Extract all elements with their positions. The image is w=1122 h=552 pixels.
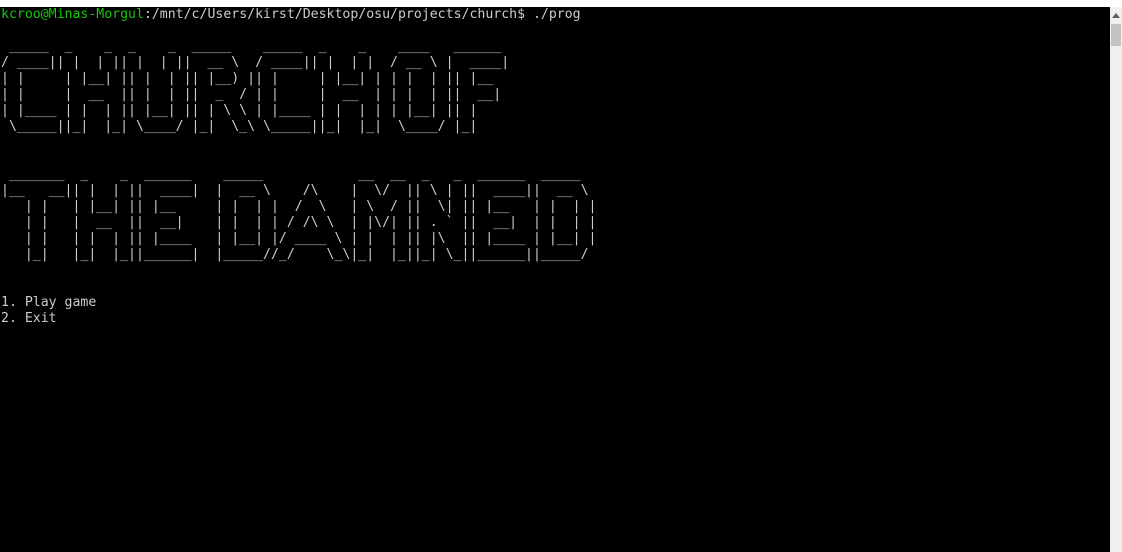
window-top-edge — [0, 0, 1122, 7]
menu-option-exit: 2. Exit — [1, 311, 57, 326]
scrollbar-thumb[interactable] — [1111, 24, 1121, 46]
shell-prompt: kcroo@Minas-Morgul:/mnt/c/Users/kirst/De… — [1, 7, 581, 23]
scroll-up-arrow-icon — [1112, 12, 1120, 18]
menu-option-play: 1. Play game — [1, 295, 97, 310]
ascii-art-title: _____ _ _ _ _ _____ _____ _ _ ____ _____… — [1, 39, 597, 262]
prompt-path-command: :/mnt/c/Users/kirst/Desktop/osu/projects… — [143, 7, 581, 22]
vertical-scrollbar[interactable] — [1110, 7, 1122, 552]
terminal-window[interactable]: kcroo@Minas-Morgul:/mnt/c/Users/kirst/De… — [0, 7, 1110, 552]
prompt-user-host: kcroo@Minas-Morgul — [1, 7, 144, 22]
scroll-up-button[interactable] — [1110, 7, 1122, 23]
game-menu: 1. Play game 2. Exit — [1, 295, 96, 327]
